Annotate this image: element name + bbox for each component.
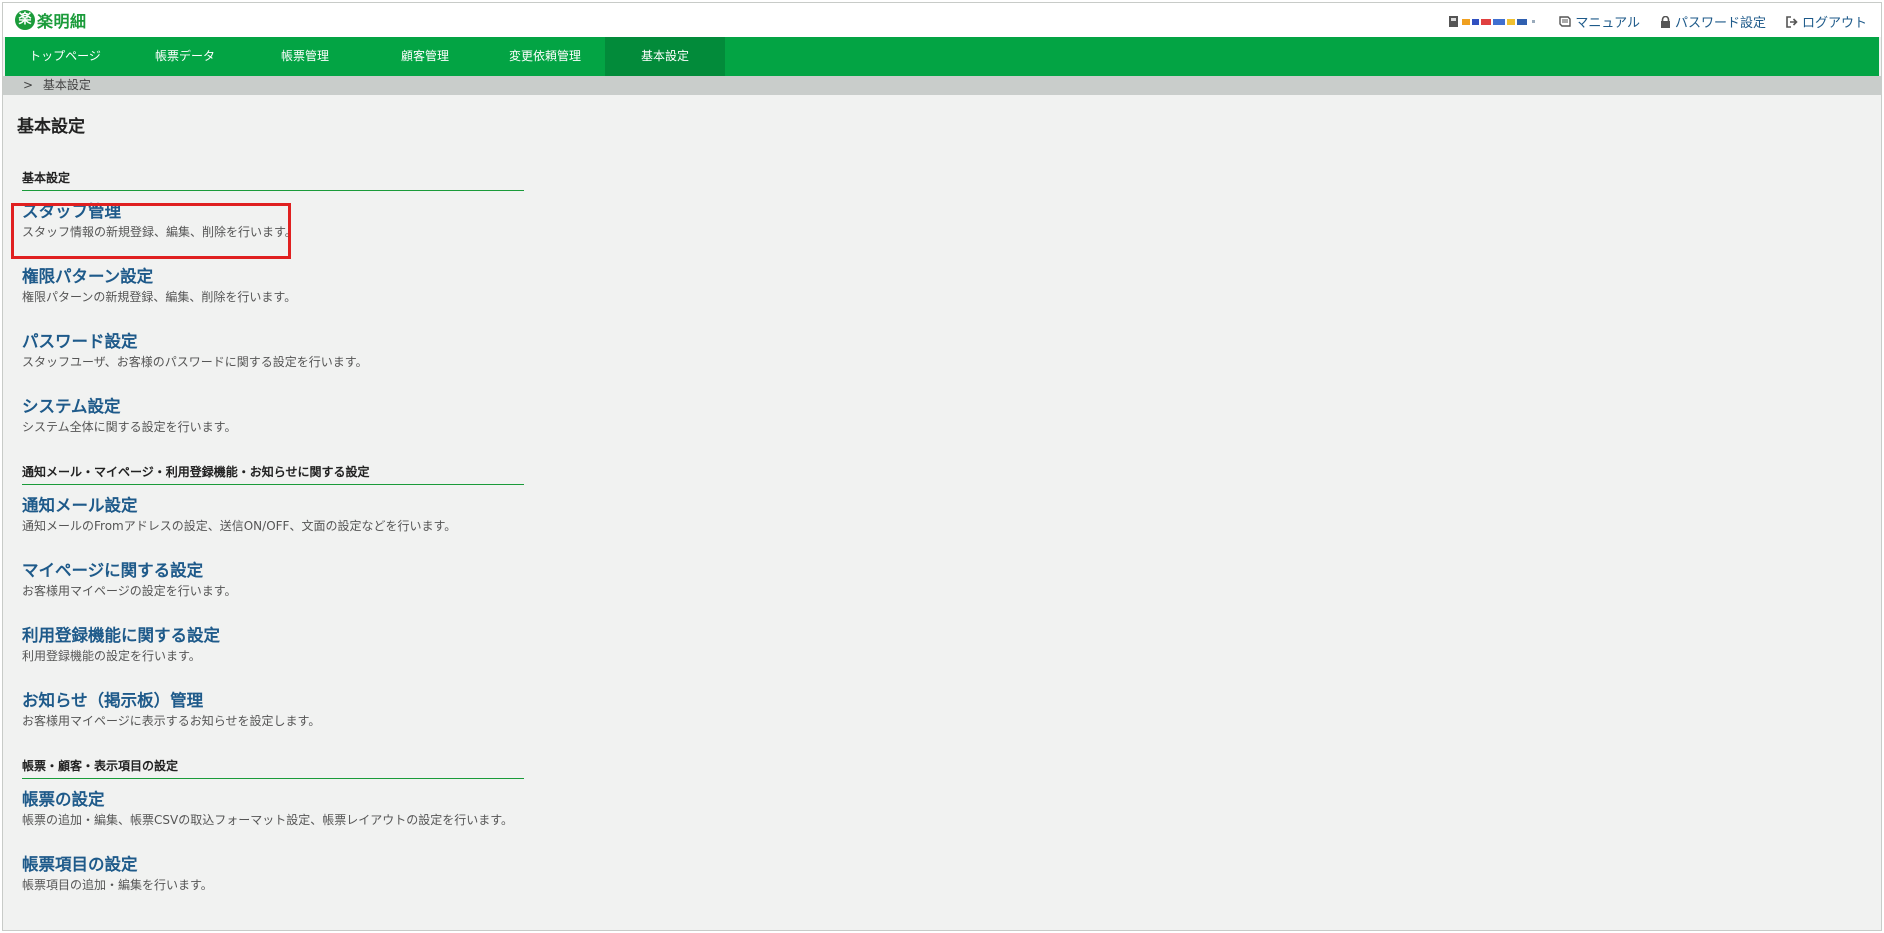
user-name-redacted <box>1462 18 1471 25</box>
staff-management-link[interactable]: スタッフ管理 <box>22 191 524 223</box>
manual-link[interactable]: マニュアル <box>1559 12 1640 31</box>
nav-item-basic-settings[interactable]: 基本設定 <box>605 37 725 76</box>
settings-entry-notification-mail: 通知メール設定 通知メールのFromアドレスの設定、送信ON/OFF、文面の設定… <box>22 485 524 550</box>
settings-list: 基本設定 スタッフ管理 スタッフ情報の新規登録、編集、削除を行います。 権限パタ… <box>22 171 524 909</box>
system-setting-link[interactable]: システム設定 <box>22 386 524 418</box>
settings-entry-mypage: マイページに関する設定 お客様用マイページの設定を行います。 <box>22 550 524 615</box>
form-items-setting-link[interactable]: 帳票項目の設定 <box>22 844 524 876</box>
password-setting-entry-link[interactable]: パスワード設定 <box>22 321 524 353</box>
entry-description: 通知メールのFromアドレスの設定、送信ON/OFF、文面の設定などを行います。 <box>22 519 457 533</box>
password-setting-link[interactable]: パスワード設定 <box>1660 12 1766 31</box>
user-name-redacted <box>1507 18 1516 25</box>
logout-icon <box>1786 15 1798 28</box>
mypage-setting-link[interactable]: マイページに関する設定 <box>22 550 524 582</box>
settings-entry-system: システム設定 システム全体に関する設定を行います。 <box>22 386 524 451</box>
entry-description: スタッフユーザ、お客様のパスワードに関する設定を行います。 <box>22 355 368 369</box>
password-setting-label: パスワード設定 <box>1674 16 1766 31</box>
section-heading: 帳票・顧客・表示項目の設定 <box>22 759 524 779</box>
logo-text: 楽明細 <box>37 12 87 31</box>
user-name-redacted <box>1532 20 1536 23</box>
settings-entry-permission: 権限パターン設定 権限パターンの新規登録、編集、削除を行います。 <box>22 256 524 321</box>
entry-description: 帳票の追加・編集、帳票CSVの取込フォーマット設定、帳票レイアウトの設定を行いま… <box>22 813 514 827</box>
settings-entry-registration: 利用登録機能に関する設定 利用登録機能の設定を行います。 <box>22 615 524 680</box>
user-name-redacted <box>1472 18 1480 25</box>
user-name-redacted <box>1481 18 1492 25</box>
breadcrumb-separator: > <box>23 78 34 92</box>
nav-item-customer-management[interactable]: 顧客管理 <box>365 37 485 76</box>
main-nav: トップページ 帳票データ 帳票管理 顧客管理 変更依頼管理 基本設定 <box>5 37 1879 76</box>
settings-entry-form: 帳票の設定 帳票の追加・編集、帳票CSVの取込フォーマット設定、帳票レイアウトの… <box>22 779 524 844</box>
nav-item-form-data[interactable]: 帳票データ <box>125 37 245 76</box>
registration-setting-link[interactable]: 利用登録機能に関する設定 <box>22 615 524 647</box>
section-heading: 通知メール・マイページ・利用登録機能・お知らせに関する設定 <box>22 465 524 485</box>
nav-item-change-request[interactable]: 変更依頼管理 <box>485 37 605 76</box>
logout-label: ログアウト <box>1801 16 1867 31</box>
top-bar: 楽 楽明細 マニュアル パスワード設定 ログアウト <box>3 3 1881 37</box>
user-name-redacted <box>1517 18 1528 25</box>
notification-mail-link[interactable]: 通知メール設定 <box>22 485 524 517</box>
form-setting-link[interactable]: 帳票の設定 <box>22 779 524 811</box>
user-info <box>1449 16 1539 27</box>
logo[interactable]: 楽 楽明細 <box>15 9 87 31</box>
settings-entry-staff: スタッフ管理 スタッフ情報の新規登録、編集、削除を行います。 <box>22 191 524 256</box>
logout-link[interactable]: ログアウト <box>1786 12 1867 31</box>
entry-description: 利用登録機能の設定を行います。 <box>22 649 201 663</box>
manual-label: マニュアル <box>1575 16 1640 31</box>
section-heading: 基本設定 <box>22 171 524 191</box>
entry-description: スタッフ情報の新規登録、編集、削除を行います。 <box>22 225 297 239</box>
user-name-redacted <box>1493 18 1506 25</box>
notice-board-link[interactable]: お知らせ（掲示板）管理 <box>22 680 524 712</box>
app-frame: 楽 楽明細 マニュアル パスワード設定 ログアウト トップページ 帳票データ 帳… <box>2 2 1882 931</box>
nav-item-form-management[interactable]: 帳票管理 <box>245 37 365 76</box>
book-icon <box>1559 16 1572 27</box>
logo-mark-icon: 楽 <box>15 10 35 30</box>
nav-item-top-page[interactable]: トップページ <box>5 37 125 76</box>
lock-icon <box>1660 15 1670 28</box>
user-icon <box>1449 16 1459 27</box>
breadcrumb-current: 基本設定 <box>42 78 91 92</box>
page-title: 基本設定 <box>17 117 85 137</box>
entry-description: お客様用マイページの設定を行います。 <box>22 584 237 598</box>
entry-description: システム全体に関する設定を行います。 <box>22 420 237 434</box>
permission-pattern-link[interactable]: 権限パターン設定 <box>22 256 524 288</box>
settings-entry-password: パスワード設定 スタッフユーザ、お客様のパスワードに関する設定を行います。 <box>22 321 524 386</box>
settings-entry-notice-board: お知らせ（掲示板）管理 お客様用マイページに表示するお知らせを設定します。 <box>22 680 524 745</box>
entry-description: 権限パターンの新規登録、編集、削除を行います。 <box>22 290 297 304</box>
entry-description: お客様用マイページに表示するお知らせを設定します。 <box>22 714 321 728</box>
breadcrumb: > 基本設定 <box>3 76 1881 95</box>
settings-entry-form-items: 帳票項目の設定 帳票項目の追加・編集を行います。 <box>22 844 524 909</box>
entry-description: 帳票項目の追加・編集を行います。 <box>22 878 213 892</box>
utility-links: マニュアル パスワード設定 ログアウト <box>1449 12 1867 31</box>
